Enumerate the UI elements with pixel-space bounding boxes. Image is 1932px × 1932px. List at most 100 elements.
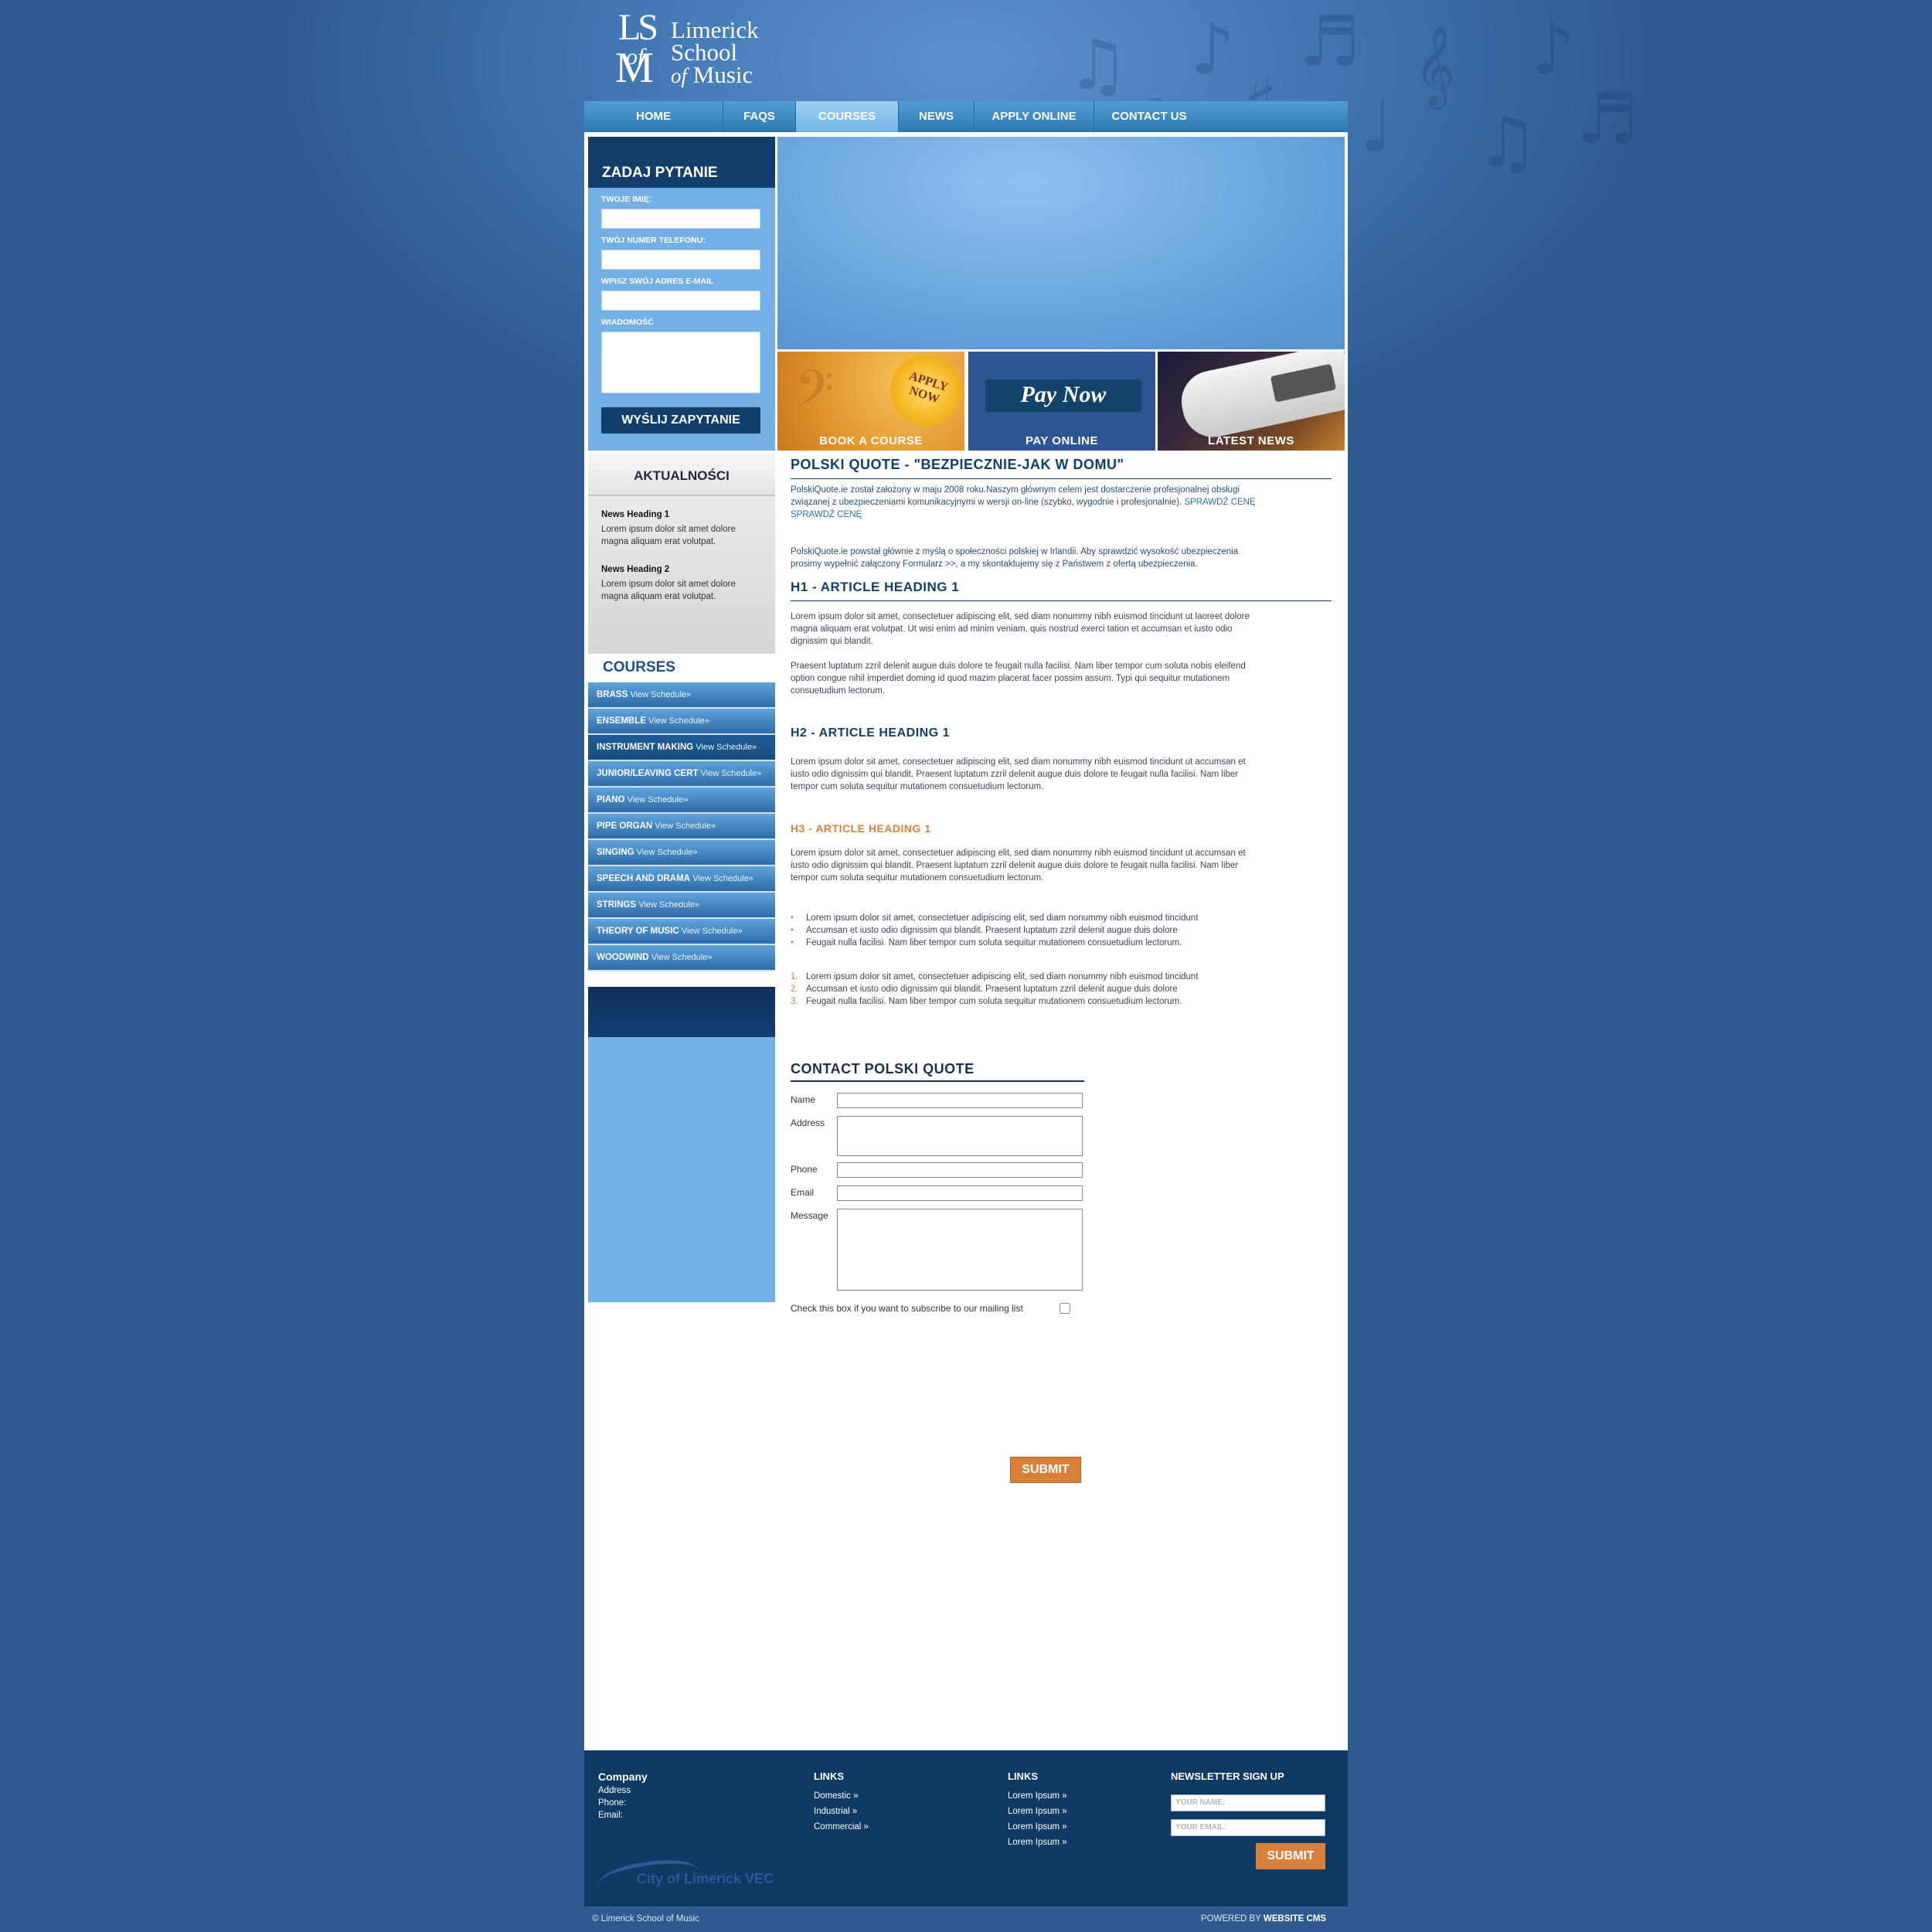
view-schedule-link[interactable]: View Schedule»	[651, 953, 713, 962]
view-schedule-link[interactable]: View Schedule»	[637, 848, 698, 857]
footer-link-industrial[interactable]: Industrial »	[814, 1804, 869, 1819]
nav-contact-us[interactable]: CONTACT US	[1094, 101, 1204, 132]
city-of-limerick-vec-logo[interactable]: City of Limerick VEC	[596, 1855, 784, 1900]
numbered-list: 1. Lorem ipsum dolor sit amet, consectetu…	[791, 971, 1332, 1008]
news-text: Lorem ipsum dolor sit amet dolore magna …	[601, 525, 736, 546]
footer-link[interactable]: Lorem Ipsum »	[1008, 1804, 1067, 1819]
footer-link[interactable]: Lorem Ipsum »	[1008, 1835, 1067, 1850]
course-item-woodwind[interactable]: WOODWIND View Schedule»	[588, 945, 775, 971]
intro-paragraph: PolskiQuote.ie został założony w maju 20…	[791, 484, 1262, 521]
course-name: WOODWIND	[597, 953, 649, 962]
promo-pay-online[interactable]: Pay Now PAY ONLINE	[968, 352, 1155, 451]
school-logo[interactable]: LS of M Limerick School of Music	[612, 9, 767, 96]
course-name: JUNIOR/LEAVING CERT	[597, 769, 699, 778]
news-item[interactable]: News Heading 1 Lorem ipsum dolor sit ame…	[601, 510, 756, 548]
view-schedule-link[interactable]: View Schedule»	[628, 795, 689, 804]
promo-label: PAY ONLINE	[1026, 434, 1098, 447]
nav-apply-online[interactable]: APPLY ONLINE	[975, 101, 1094, 132]
news-text: Lorem ipsum dolor sit amet dolore magna …	[601, 580, 736, 601]
name-input[interactable]	[601, 209, 760, 229]
article-heading-h1: H1 - ARTICLE HEADING 1	[791, 580, 1332, 601]
view-schedule-link[interactable]: View Schedule»	[648, 716, 709, 726]
nav-home[interactable]: HOME	[584, 101, 723, 132]
name-label: Name	[791, 1094, 816, 1105]
view-schedule-link[interactable]: View Schedule»	[682, 927, 743, 936]
promo-label: LATEST NEWS	[1208, 434, 1294, 447]
footer-link[interactable]: Lorem Ipsum »	[1008, 1788, 1067, 1804]
name-input[interactable]	[837, 1093, 1083, 1108]
promo-label: BOOK A COURSE	[819, 434, 923, 447]
view-schedule-link[interactable]: View Schedule»	[692, 874, 753, 883]
view-schedule-link[interactable]: View Schedule»	[701, 769, 762, 778]
news-item[interactable]: News Heading 2 Lorem ipsum dolor sit ame…	[601, 565, 756, 603]
company-title: Company	[598, 1770, 648, 1783]
list-number: 1.	[791, 972, 798, 981]
h2-paragraph: Lorem ipsum dolor sit amet, consectetuer…	[791, 757, 1246, 791]
h1-paragraph-1: Lorem ipsum dolor sit amet, consectetuer…	[791, 612, 1250, 646]
message-label: Message	[791, 1210, 828, 1221]
subscribe-checkbox[interactable]	[1060, 1303, 1070, 1314]
form-row: Address	[791, 1114, 1084, 1161]
address-input[interactable]	[837, 1116, 1083, 1156]
course-item-instrument-making[interactable]: INSTRUMENT MAKING View Schedule»	[588, 735, 775, 761]
newsletter-name-input[interactable]: YOUR NAME:	[1171, 1794, 1325, 1811]
course-item-ensemble[interactable]: ENSEMBLE View Schedule»	[588, 709, 775, 735]
course-item-junior-leaving-cert[interactable]: JUNIOR/LEAVING CERT View Schedule»	[588, 761, 775, 787]
hero-banner	[777, 137, 1345, 349]
powered-by[interactable]: POWERED BY WEBSITE CMS	[1201, 1914, 1326, 1923]
subscribe-row: Check this box if you want to subscribe …	[791, 1303, 1084, 1318]
courses-list: BRASS View Schedule» ENSEMBLE View Sched…	[588, 682, 775, 971]
email-input[interactable]	[601, 291, 760, 311]
footer-link-domestic[interactable]: Domestic »	[814, 1788, 869, 1804]
main-nav: HOME FAQS COURSES NEWS APPLY ONLINE CONT…	[584, 101, 1348, 132]
phone-input[interactable]	[837, 1162, 1083, 1178]
course-item-strings[interactable]: STRINGS View Schedule»	[588, 893, 775, 919]
message-textarea[interactable]	[601, 332, 760, 393]
form-row: Message	[791, 1207, 1084, 1295]
promo-book-course[interactable]: 𝄢 APPLY NOW BOOK A COURSE	[777, 352, 964, 451]
view-schedule-link[interactable]: View Schedule»	[655, 821, 716, 831]
email-label: Email	[791, 1187, 815, 1198]
nav-faqs[interactable]: FAQS	[723, 101, 796, 132]
phone-label: TWÓJ NUMER TELEFONU:	[601, 236, 706, 245]
copyright: © Limerick School of Music	[592, 1914, 699, 1923]
nav-news[interactable]: NEWS	[899, 101, 975, 132]
email-label: WPISZ SWÓJ ADRES E-MAIL	[601, 277, 714, 286]
list-item: Accumsan et iusto odio dignissim qui bla…	[791, 924, 1332, 937]
pay-now-banner: Pay Now	[985, 379, 1141, 412]
list-text: Accumsan et iusto odio dignissim qui bla…	[806, 985, 1178, 994]
view-schedule-link[interactable]: View Schedule»	[630, 690, 691, 699]
logo-line-limerick: Limerick	[671, 16, 759, 43]
guitar-pickup	[1270, 363, 1337, 403]
course-name: PIPE ORGAN	[597, 821, 653, 831]
contact-form: CONTACT POLSKI QUOTE Name Address Phone …	[791, 1061, 1084, 1483]
course-item-theory-of-music[interactable]: THEORY OF MUSIC View Schedule»	[588, 919, 775, 945]
course-item-speech-and-drama[interactable]: SPEECH AND DRAMA View Schedule»	[588, 866, 775, 893]
nav-courses[interactable]: COURSES	[796, 101, 899, 132]
news-panel: AKTUALNOŚCI News Heading 1 Lorem ipsum d…	[588, 453, 775, 654]
course-name: BRASS	[597, 690, 628, 699]
phone-input[interactable]	[601, 250, 760, 270]
news-heading[interactable]: News Heading 1	[601, 510, 756, 519]
view-schedule-link[interactable]: View Schedule»	[696, 743, 757, 752]
send-inquiry-button[interactable]: WYŚLIJ ZAPYTANIE	[601, 407, 760, 434]
powered-brand[interactable]: WEBSITE CMS	[1264, 1914, 1326, 1923]
newsletter-title: NEWSLETTER SIGN UP	[1171, 1770, 1284, 1782]
course-item-piano[interactable]: PIANO View Schedule»	[588, 787, 775, 814]
contact-submit-button[interactable]: SUBMIT	[1010, 1457, 1081, 1483]
course-item-singing[interactable]: SINGING View Schedule»	[588, 840, 775, 866]
footer-link[interactable]: Lorem Ipsum »	[1008, 1819, 1067, 1835]
news-heading[interactable]: News Heading 2	[601, 565, 756, 574]
promo-latest-news[interactable]: LATEST NEWS	[1158, 352, 1345, 451]
email-input[interactable]	[837, 1185, 1083, 1201]
footer-link-commercial[interactable]: Commercial »	[814, 1819, 869, 1835]
newsletter-submit-button[interactable]: SUBMIT	[1256, 1843, 1325, 1869]
course-item-brass[interactable]: BRASS View Schedule»	[588, 682, 775, 709]
message-textarea[interactable]	[837, 1209, 1083, 1291]
newsletter-email-input[interactable]: YOUR EMAIL:	[1171, 1819, 1325, 1836]
course-name: SPEECH AND DRAMA	[597, 874, 690, 883]
course-item-pipe-organ[interactable]: PIPE ORGAN View Schedule»	[588, 814, 775, 840]
company-email: Email:	[598, 1811, 623, 1820]
view-schedule-link[interactable]: View Schedule»	[638, 900, 699, 910]
logo-line-of: of	[671, 64, 688, 87]
